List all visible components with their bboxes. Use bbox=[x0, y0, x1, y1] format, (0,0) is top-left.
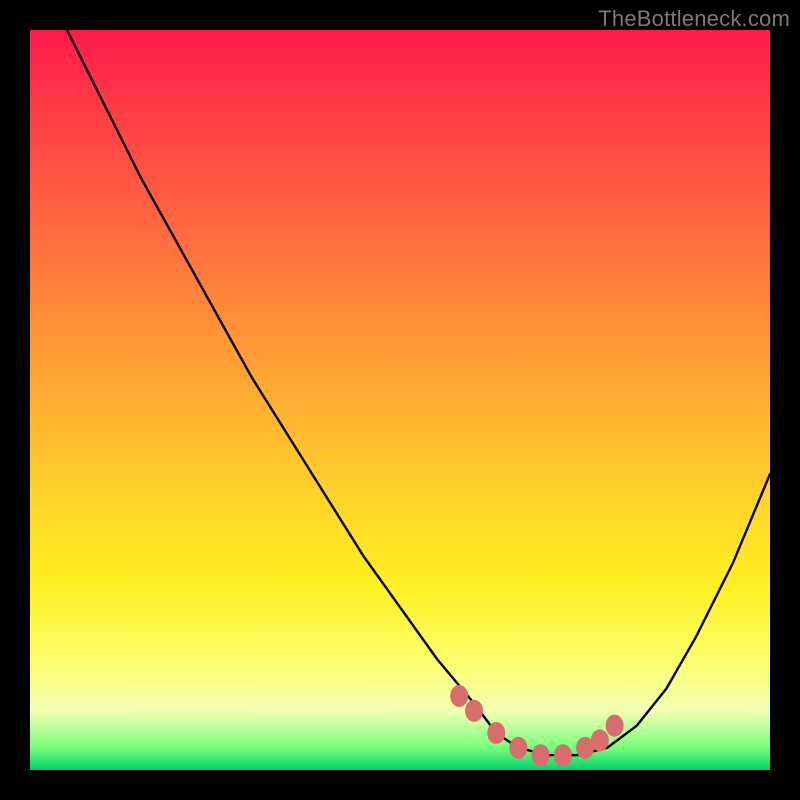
bottleneck-curve-path bbox=[67, 30, 770, 755]
watermark-text: TheBottleneck.com bbox=[598, 6, 790, 32]
highlight-dot bbox=[487, 722, 505, 744]
highlight-dot bbox=[450, 685, 468, 707]
highlight-dot bbox=[554, 744, 572, 766]
highlight-dots-group bbox=[450, 685, 623, 766]
highlight-dot bbox=[465, 700, 483, 722]
plot-area bbox=[30, 30, 770, 770]
highlight-dot bbox=[509, 737, 527, 759]
chart-frame: TheBottleneck.com bbox=[0, 0, 800, 800]
curve-svg bbox=[30, 30, 770, 770]
highlight-dot bbox=[606, 715, 624, 737]
highlight-dot bbox=[591, 729, 609, 751]
highlight-dot bbox=[532, 744, 550, 766]
